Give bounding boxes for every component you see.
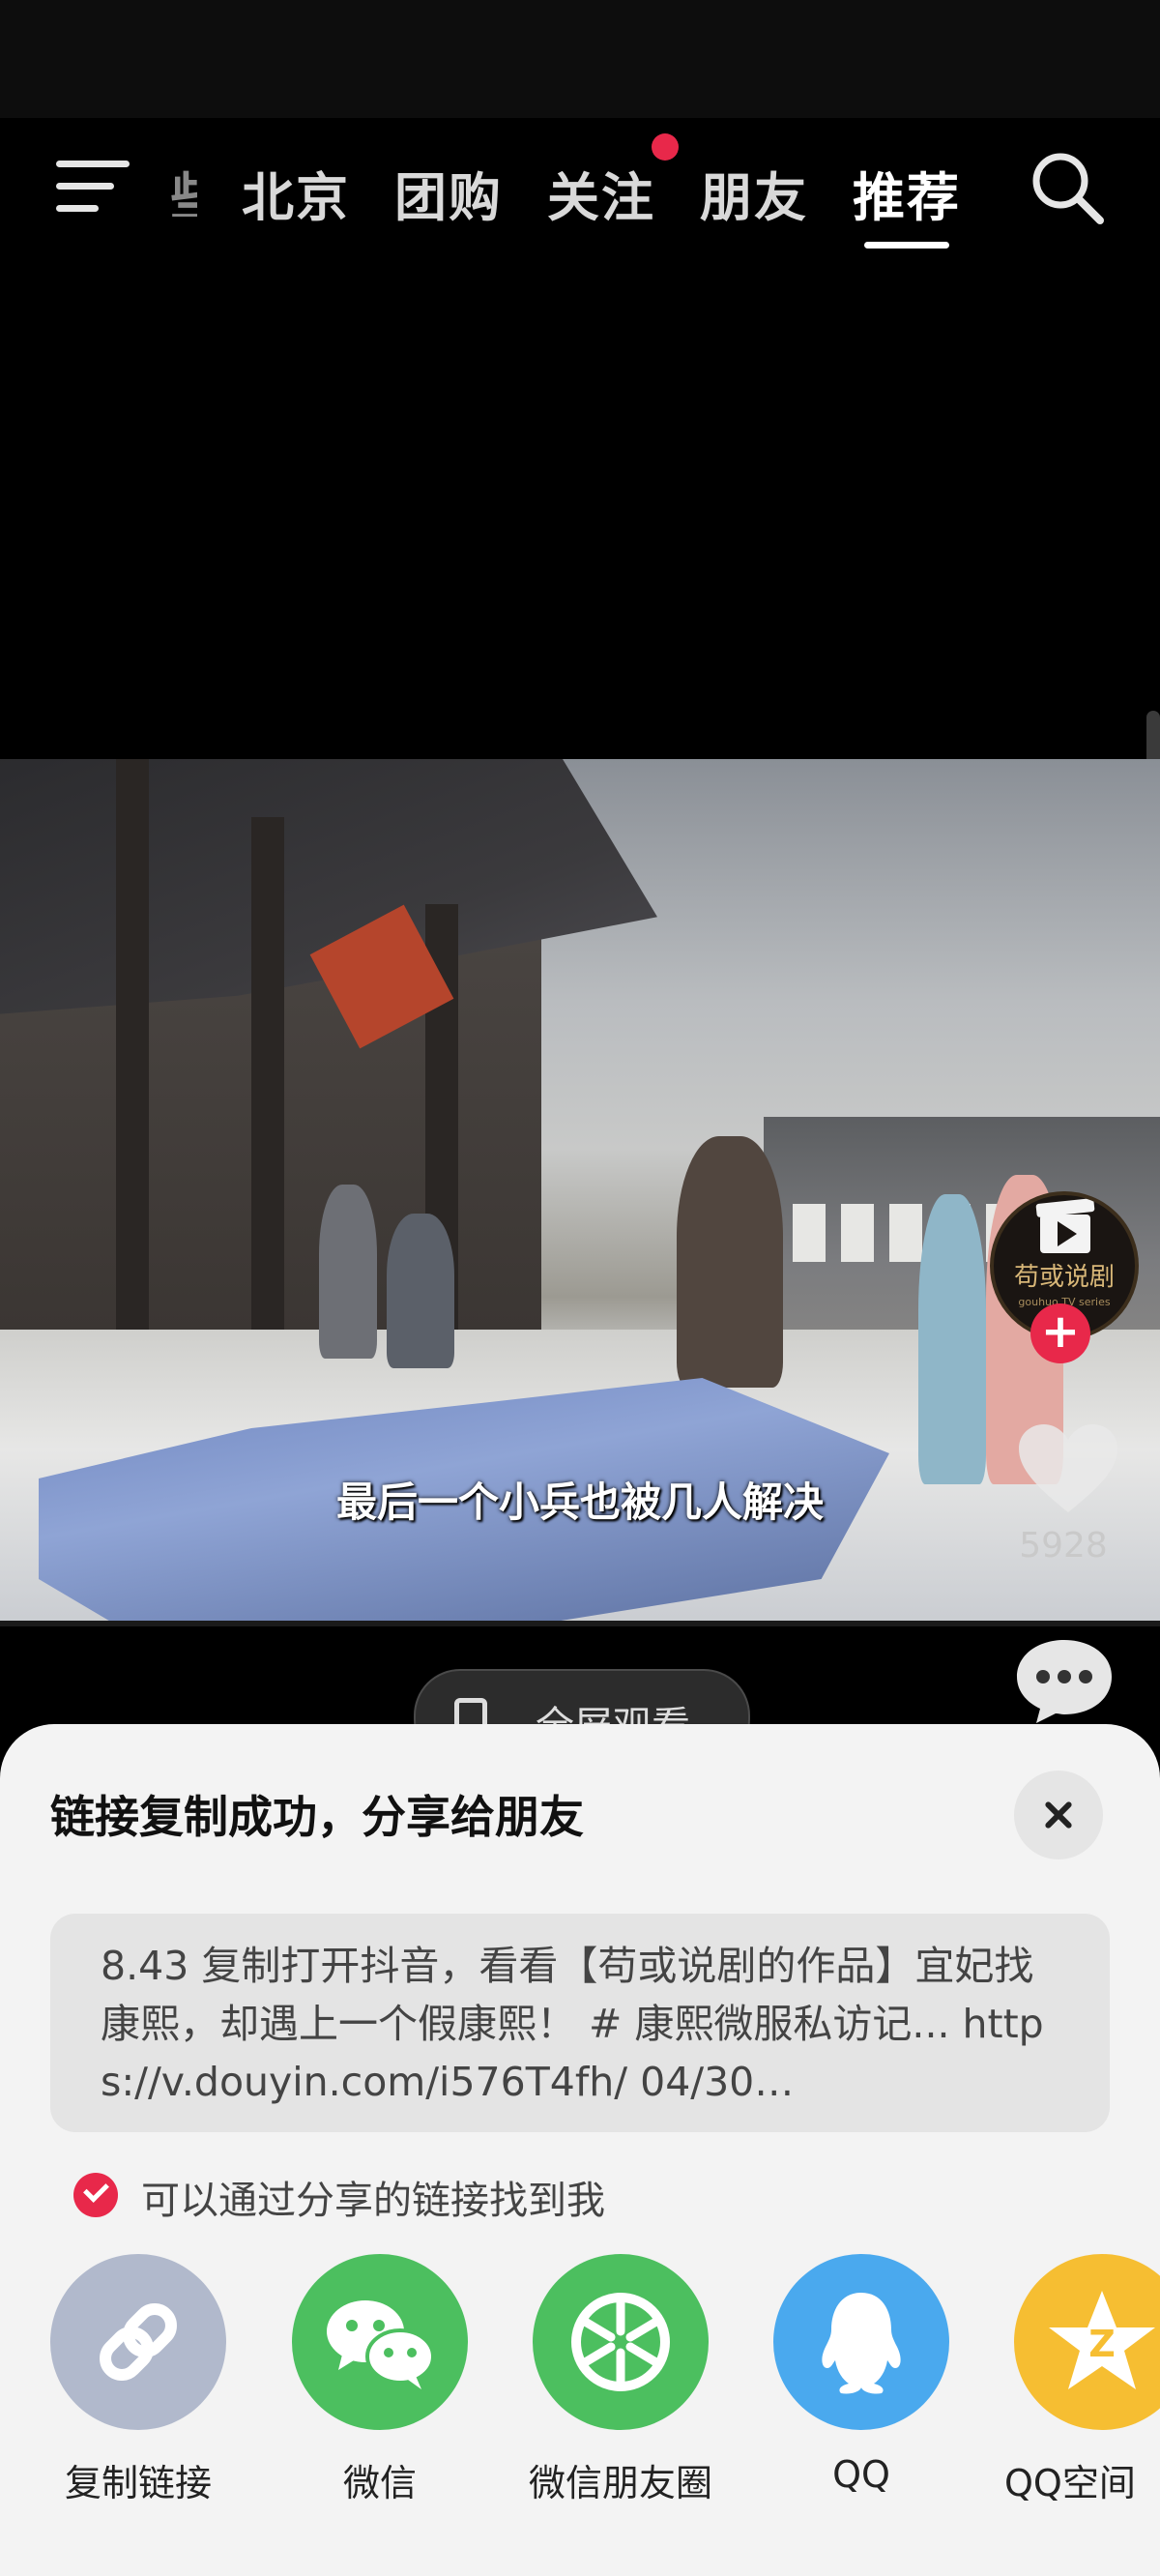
share-target-label: QQ: [832, 2453, 890, 2496]
share-sheet: 链接复制成功，分享给朋友 8.43 复制打开抖音，看看【苟或说剧的作品】宜妃找康…: [0, 1724, 1160, 2576]
active-tab-indicator: [864, 242, 949, 249]
checkbox-checked-icon[interactable]: [73, 2173, 118, 2217]
share-sheet-title: 链接复制成功，分享给朋友: [50, 1791, 584, 1843]
share-target-label: 复制链接: [64, 2462, 212, 2504]
share-text: 8.43 复制打开抖音，看看【苟或说剧的作品】宜妃找康熙，却遇上一个假康熙！ #…: [101, 1943, 1044, 2105]
share-text-box[interactable]: 8.43 复制打开抖音，看看【苟或说剧的作品】宜妃找康熙，却遇上一个假康熙！ #…: [50, 1914, 1110, 2132]
share-target-label: QQ空间: [1004, 2462, 1136, 2504]
play-icon: [1058, 1221, 1077, 1246]
video-scene-person: [387, 1214, 454, 1368]
tab-clipped[interactable]: 些: [170, 155, 197, 217]
like-heart-icon[interactable]: [1015, 1421, 1121, 1518]
video-subtitle: 最后一个小兵也被几人解决: [335, 1478, 824, 1526]
comment-icon[interactable]: [1011, 1634, 1117, 1727]
status-bar: [0, 0, 1160, 118]
tab-recommended[interactable]: 推荐: [853, 155, 961, 231]
share-target-label: 微信: [342, 2462, 417, 2504]
like-count: 5928: [1019, 1526, 1108, 1566]
qq-icon[interactable]: [773, 2254, 949, 2430]
link-icon[interactable]: [50, 2254, 226, 2430]
close-button[interactable]: [1014, 1771, 1103, 1859]
wechat-icon[interactable]: [292, 2254, 468, 2430]
tab-beijing[interactable]: 北京: [242, 155, 350, 231]
search-icon[interactable]: [1029, 149, 1106, 226]
tab-group-buy[interactable]: 团购: [394, 155, 503, 231]
findable-option-label: 可以通过分享的链接找到我: [141, 2179, 605, 2223]
svg-text:Z: Z: [1088, 2323, 1116, 2365]
video-scene-person: [319, 1185, 377, 1359]
video-scene-person: [677, 1136, 783, 1388]
video-bottom-edge: [0, 1621, 1160, 1626]
avatar-text: 苟或说剧: [1013, 1263, 1115, 1292]
menu-icon[interactable]: [56, 159, 130, 215]
video-scene-pillar: [116, 759, 149, 1359]
video-scene-pillar: [251, 817, 284, 1359]
follow-button[interactable]: +: [1030, 1303, 1090, 1363]
moments-icon[interactable]: [533, 2254, 709, 2430]
tab-friends[interactable]: 朋友: [700, 155, 808, 231]
notification-dot: [652, 133, 679, 161]
tab-following[interactable]: 关注: [547, 155, 655, 231]
qzone-icon[interactable]: Z: [1014, 2254, 1160, 2430]
share-target-label: 微信朋友圈: [528, 2462, 712, 2504]
video-scene-person: [918, 1194, 986, 1484]
